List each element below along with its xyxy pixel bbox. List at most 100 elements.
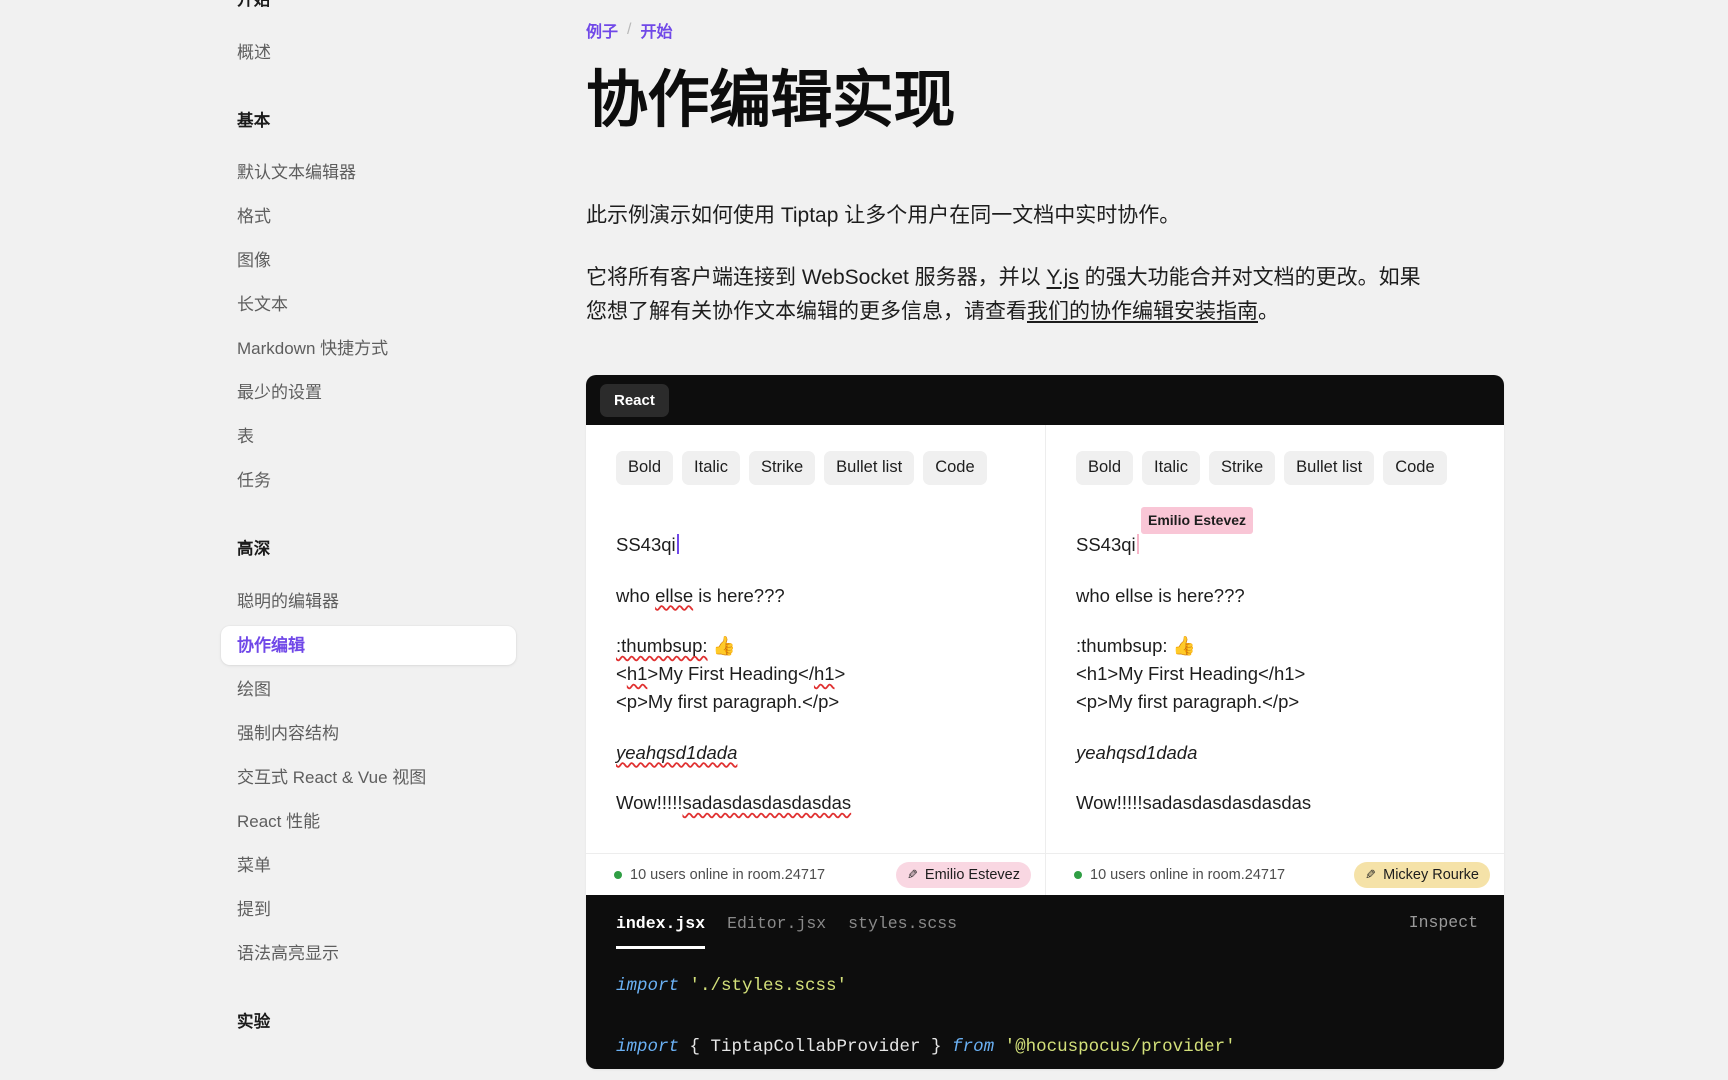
user-chip-left[interactable]: ✎ Emilio Estevez bbox=[896, 861, 1031, 888]
pencil-icon-right: ✎ bbox=[1365, 866, 1377, 882]
bold-button-right[interactable]: Bold bbox=[1076, 451, 1134, 485]
sidebar-gap-3 bbox=[235, 978, 490, 1014]
code-kw-import-1: import bbox=[616, 976, 680, 996]
italic-button[interactable]: Italic bbox=[682, 451, 740, 485]
code-tab-editor-jsx[interactable]: Editor.jsx bbox=[727, 915, 826, 950]
bold-button[interactable]: Bold bbox=[616, 451, 674, 485]
demo-card: React Bold Italic Strike Bullet list Cod… bbox=[586, 375, 1504, 1069]
doc-block-code-right: :thumbsup: 👍 <h1>My First Heading</h1> <… bbox=[1076, 632, 1476, 715]
code-button[interactable]: Code bbox=[923, 451, 987, 485]
local-caret bbox=[676, 533, 679, 554]
sidebar-item-overview[interactable]: 概述 bbox=[235, 33, 490, 72]
sidebar-item-tasks[interactable]: 任务 bbox=[235, 461, 490, 500]
code-area: index.jsx Editor.jsx styles.scss Inspect… bbox=[586, 895, 1504, 1069]
sidebar-heading-advanced: 高深 bbox=[237, 540, 271, 558]
code-str-provider: '@hocuspocus/provider' bbox=[1004, 1037, 1236, 1058]
paragraph2-text-a: 它将所有客户端连接到 WebSocket 服务器，并以 bbox=[586, 265, 1047, 289]
editor-pane-right: Bold Italic Strike Bullet list Code Emil… bbox=[1045, 425, 1504, 895]
inspect-button[interactable]: Inspect bbox=[1409, 913, 1478, 932]
editor-pane-left: Bold Italic Strike Bullet list Code SS43… bbox=[586, 425, 1045, 895]
doc-line-wow-left: Wow!!!!!sadasdasdasdasdas bbox=[616, 792, 852, 814]
main-content: 例子 / 开始 协作编辑实现 此示例演示如何使用 Tiptap 让多个用户在同一… bbox=[530, 0, 1728, 1080]
code-tab-styles-scss[interactable]: styles.scss bbox=[848, 915, 957, 950]
code-kw-from: from bbox=[952, 1037, 995, 1058]
sidebar-item-react-performance[interactable]: React 性能 bbox=[235, 802, 490, 841]
sidebar-item-default-text-editor[interactable]: 默认文本编辑器 bbox=[235, 153, 490, 192]
thumbsup-emoji-left: 👍 bbox=[712, 635, 736, 657]
doc-block-code-left: :thumbsup: 👍 <h1>My First Heading</h1> <… bbox=[616, 632, 1017, 715]
doc-heading-text-left: SS43qi bbox=[616, 533, 676, 555]
page-title: 协作编辑实现 bbox=[586, 66, 956, 135]
sidebar-item-minimal-setup[interactable]: 最少的设置 bbox=[235, 373, 490, 412]
doc-line-h1-left: <h1>My First Heading</h1> bbox=[616, 663, 846, 685]
sidebar-item-menus[interactable]: 菜单 bbox=[235, 846, 490, 885]
sidebar-item-syntax-highlighting[interactable]: 语法高亮显示 bbox=[235, 934, 490, 973]
online-status-right: 10 users online in room.24717 bbox=[1074, 867, 1285, 883]
editor-document-right[interactable]: Emilio Estevez SS43qi who ellse is here?… bbox=[1046, 485, 1504, 853]
code-str-styles: './styles.scss' bbox=[689, 976, 848, 996]
sidebar-item-tables[interactable]: 表 bbox=[235, 417, 490, 456]
doc-line-heading-left: SS43qi bbox=[616, 531, 1017, 559]
demo-topbar: React bbox=[586, 375, 1504, 425]
doc-line-italic-right: yeahqsd1dada bbox=[1076, 739, 1476, 767]
framework-tab-react[interactable]: React bbox=[600, 383, 669, 417]
editor-panes: Bold Italic Strike Bullet list Code SS43… bbox=[586, 425, 1504, 895]
code-tab-index-jsx[interactable]: index.jsx bbox=[616, 915, 706, 949]
sidebar-item-markdown-shortcuts[interactable]: Markdown 快捷方式 bbox=[235, 329, 490, 368]
misspelled-word-ellse-left: ellse bbox=[655, 584, 694, 606]
italic-button-right[interactable]: Italic bbox=[1142, 451, 1200, 485]
sidebar-item-images[interactable]: 图像 bbox=[235, 241, 490, 280]
sidebar-heading-basic: 基本 bbox=[237, 111, 271, 130]
thumbsup-shortcode-right: :thumbsup: bbox=[1076, 635, 1168, 657]
sidebar-gap-1 bbox=[235, 77, 490, 113]
code-body[interactable]: import './styles.scss' import { TiptapCo… bbox=[586, 949, 1504, 1069]
italic-text-left: yeahqsd1dada bbox=[616, 741, 738, 763]
user-chip-name-right: Mickey Rourke bbox=[1383, 866, 1479, 883]
online-dot-icon-right bbox=[1074, 870, 1082, 879]
sidebar-item-formatting[interactable]: 格式 bbox=[235, 197, 490, 236]
editor-document-left[interactable]: SS43qi who ellse is here??? :thumbsup: 👍… bbox=[586, 485, 1045, 853]
online-status-left: 10 users online in room.24717 bbox=[614, 867, 825, 883]
sidebar-heading-experiments: 实验 bbox=[237, 1012, 271, 1031]
code-kw-import-2: import bbox=[616, 1037, 680, 1058]
sidebar-item-forced-content-structure[interactable]: 强制内容结构 bbox=[235, 714, 490, 753]
sidebar-item-collaborative-editing[interactable]: 协作编辑 bbox=[221, 625, 516, 665]
italic-text-right: yeahqsd1dada bbox=[1076, 741, 1198, 763]
sidebar-item-mentions[interactable]: 提到 bbox=[235, 890, 490, 929]
thumbsup-shortcode-left: :thumbsup: bbox=[616, 635, 708, 657]
online-status-text-left: 10 users online in room.24717 bbox=[630, 866, 826, 883]
paragraph2-text-c: 。 bbox=[1258, 299, 1279, 323]
breadcrumb: 例子 / 开始 bbox=[586, 18, 1668, 42]
statusbar-left: 10 users online in room.24717 ✎ Emilio E… bbox=[586, 853, 1045, 895]
collab-guide-link[interactable]: 我们的协作编辑安装指南 bbox=[1027, 300, 1258, 323]
user-chip-right[interactable]: ✎ Mickey Rourke bbox=[1354, 861, 1490, 888]
breadcrumb-current-link[interactable]: 开始 bbox=[640, 18, 672, 42]
bullet-list-button[interactable]: Bullet list bbox=[824, 451, 915, 485]
strike-button[interactable]: Strike bbox=[748, 451, 816, 485]
code-button-right[interactable]: Code bbox=[1383, 451, 1447, 485]
doc-line-wow-right: Wow!!!!!sadasdasdasdasdas bbox=[1076, 792, 1312, 814]
sidebar-gap-2 bbox=[235, 505, 490, 541]
breadcrumb-separator: / bbox=[627, 21, 632, 38]
doc-line-italic-left: yeahqsd1dada bbox=[616, 739, 1017, 767]
sidebar-item-drawing[interactable]: 绘图 bbox=[235, 670, 490, 709]
doc-line-p-left: <p>My first paragraph.</p> bbox=[616, 690, 840, 712]
sidebar-item-long-texts[interactable]: 长文本 bbox=[235, 285, 490, 324]
doc-line-emoji-left: :thumbsup: 👍 bbox=[616, 632, 1017, 660]
bullet-list-button-right[interactable]: Bullet list bbox=[1284, 451, 1375, 485]
doc-line-h1-right: <h1>My First Heading</h1> bbox=[1076, 663, 1306, 685]
pencil-icon: ✎ bbox=[907, 866, 918, 882]
yjs-link[interactable]: Y.js bbox=[1047, 266, 1079, 289]
doc-line-p-right: <p>My first paragraph.</p> bbox=[1076, 690, 1300, 712]
spell-h1-open-left: h1 bbox=[626, 663, 648, 685]
sidebar-item-clever-editor[interactable]: 聪明的编辑器 bbox=[235, 582, 490, 621]
intro-paragraph-1: 此示例演示如何使用 Tiptap 让多个用户在同一文档中实时协作。 bbox=[586, 203, 1181, 227]
sidebar-item-interactive-react-vue-views[interactable]: 交互式 React & Vue 视图 bbox=[235, 758, 490, 797]
doc-line-heading-right: SS43qi bbox=[1076, 531, 1476, 559]
strike-button-right[interactable]: Strike bbox=[1208, 451, 1276, 485]
doc-line-emoji-right: :thumbsup: 👍 bbox=[1076, 632, 1476, 660]
breadcrumb-root-link[interactable]: 例子 bbox=[586, 18, 618, 42]
doc-heading-text-right: SS43qi bbox=[1076, 533, 1136, 555]
statusbar-right: 10 users online in room.24717 ✎ Mickey R… bbox=[1046, 853, 1504, 895]
toolbar-left: Bold Italic Strike Bullet list Code bbox=[586, 425, 1045, 485]
